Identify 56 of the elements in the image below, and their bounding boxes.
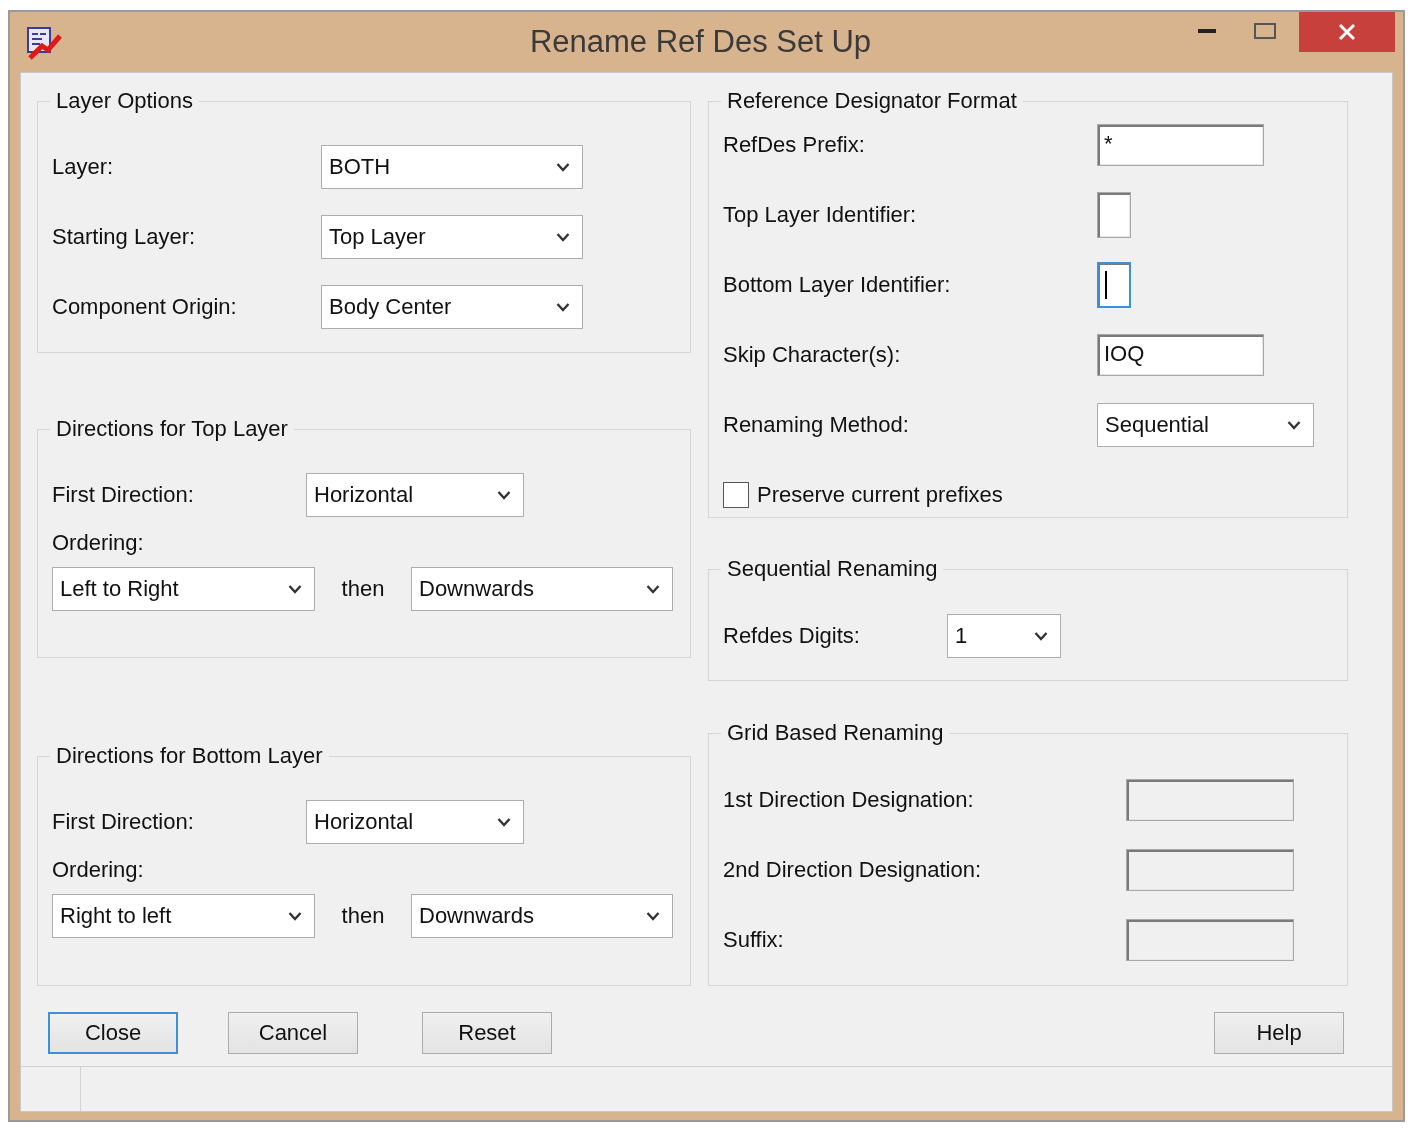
text-field[interactable]: * xyxy=(1097,124,1264,166)
dropdown[interactable]: BOTH xyxy=(321,145,583,189)
window-title: Rename Ref Des Set Up xyxy=(529,24,872,60)
field-label: Top Layer Identifier: xyxy=(723,202,918,228)
field-label: First Direction: xyxy=(52,482,195,508)
dropdown[interactable]: Body Center xyxy=(321,285,583,329)
field-label: 1st Direction Designation: xyxy=(723,787,975,813)
chevron-down-icon xyxy=(556,302,570,312)
field-label: Suffix: xyxy=(723,927,785,953)
dropdown[interactable]: Downwards xyxy=(411,567,673,611)
text-field[interactable]: IOQ xyxy=(1097,334,1264,376)
dialog-button[interactable]: Reset xyxy=(422,1012,552,1054)
dropdown[interactable]: Left to Right xyxy=(52,567,315,611)
close-icon xyxy=(1338,23,1356,41)
dialog-button[interactable]: Close xyxy=(48,1012,178,1054)
field-label: Ordering: xyxy=(52,530,144,556)
checkbox-label[interactable]: Preserve current prefixes xyxy=(757,482,1003,508)
dialog-button[interactable]: Cancel xyxy=(228,1012,358,1054)
field-label: Layer: xyxy=(52,154,115,180)
field-label: RefDes Prefix: xyxy=(723,132,866,158)
field-label: Component Origin: xyxy=(52,294,238,320)
field-label: 2nd Direction Designation: xyxy=(723,857,983,883)
chevron-down-icon xyxy=(556,162,570,172)
field-label: Bottom Layer Identifier: xyxy=(723,272,952,298)
connector-text: then xyxy=(340,576,386,602)
text-field[interactable] xyxy=(1097,262,1131,308)
field-label: Starting Layer: xyxy=(52,224,197,250)
chevron-down-icon xyxy=(288,911,302,921)
field-label: Skip Character(s): xyxy=(723,342,902,368)
dropdown[interactable]: Top Layer xyxy=(321,215,583,259)
dropdown[interactable]: Right to left xyxy=(52,894,315,938)
chevron-down-icon xyxy=(497,817,511,827)
chevron-down-icon xyxy=(1034,631,1048,641)
chevron-down-icon xyxy=(556,232,570,242)
dropdown[interactable]: Downwards xyxy=(411,894,673,938)
app-icon xyxy=(26,26,62,60)
chevron-down-icon xyxy=(646,584,660,594)
field-label: Ordering: xyxy=(52,857,144,883)
dropdown[interactable]: Horizontal xyxy=(306,800,524,844)
chevron-down-icon xyxy=(646,911,660,921)
text-field[interactable] xyxy=(1097,192,1131,238)
chevron-down-icon xyxy=(497,490,511,500)
dropdown[interactable]: 1 xyxy=(947,614,1061,658)
minimize-icon xyxy=(1198,29,1216,33)
maximize-icon xyxy=(1254,23,1276,39)
field-label: First Direction: xyxy=(52,809,195,835)
field-label: Refdes Digits: xyxy=(723,623,861,649)
field-label: Renaming Method: xyxy=(723,412,910,438)
dropdown[interactable]: Horizontal xyxy=(306,473,524,517)
dialog-button[interactable]: Help xyxy=(1214,1012,1344,1054)
checkbox[interactable] xyxy=(723,482,749,508)
chevron-down-icon xyxy=(288,584,302,594)
chevron-down-icon xyxy=(1287,420,1301,430)
connector-text: then xyxy=(340,903,386,929)
close-button[interactable] xyxy=(1299,12,1395,52)
dropdown[interactable]: Sequential xyxy=(1097,403,1314,447)
